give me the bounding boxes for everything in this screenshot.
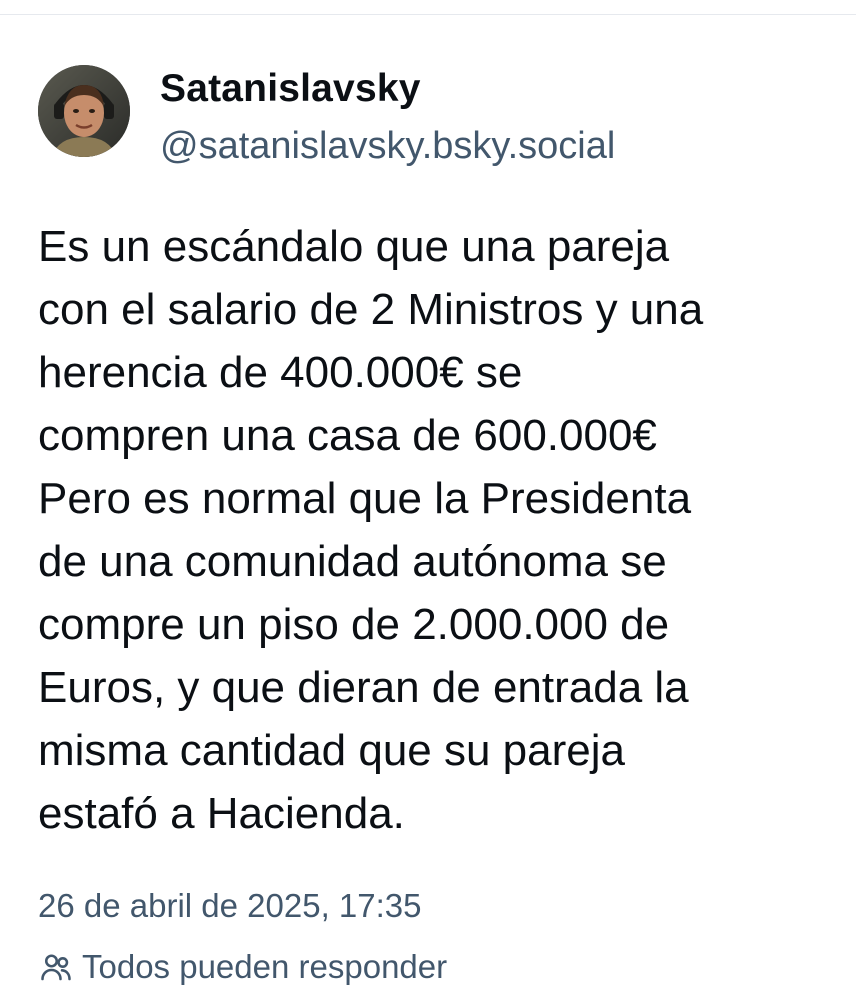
post-text-line: compre un piso de 2.000.000 de: [38, 600, 670, 649]
post-text-line: misma cantidad que su pareja: [38, 726, 625, 775]
reply-setting-label: Todos pueden responder: [82, 948, 448, 985]
post-text-line: estafó a Hacienda.: [38, 789, 405, 838]
author-display-name[interactable]: Satanislavsky: [160, 67, 421, 111]
author-row[interactable]: Satanislavsky @satanislavsky.bsky.social: [38, 65, 818, 175]
post-timestamp[interactable]: 26 de abril de 2025, 17:35: [38, 887, 421, 925]
post-text-line: Euros, y que dieran de entrada la: [38, 663, 689, 712]
post-text-line: con el salario de 2 Ministros y una: [38, 285, 704, 334]
people-icon: [38, 949, 74, 985]
reply-setting: Todos pueden responder: [38, 945, 447, 989]
post-text-line: Pero es normal que la Presidenta: [38, 474, 692, 523]
post-text-line: de una comunidad autónoma se: [38, 537, 667, 586]
post-text-line: compren una casa de 600.000€: [38, 411, 657, 460]
post-text-line: herencia de 400.000€ se: [38, 348, 523, 397]
author-handle[interactable]: @satanislavsky.bsky.social: [160, 125, 615, 168]
post-text: Es un escándalo que una pareja con el sa…: [38, 215, 828, 845]
avatar-image: [38, 65, 130, 157]
post-text-line: Es un escándalo que una pareja: [38, 222, 670, 271]
post-thread-item: Satanislavsky @satanislavsky.bsky.social…: [0, 15, 856, 1000]
avatar[interactable]: [38, 65, 130, 157]
